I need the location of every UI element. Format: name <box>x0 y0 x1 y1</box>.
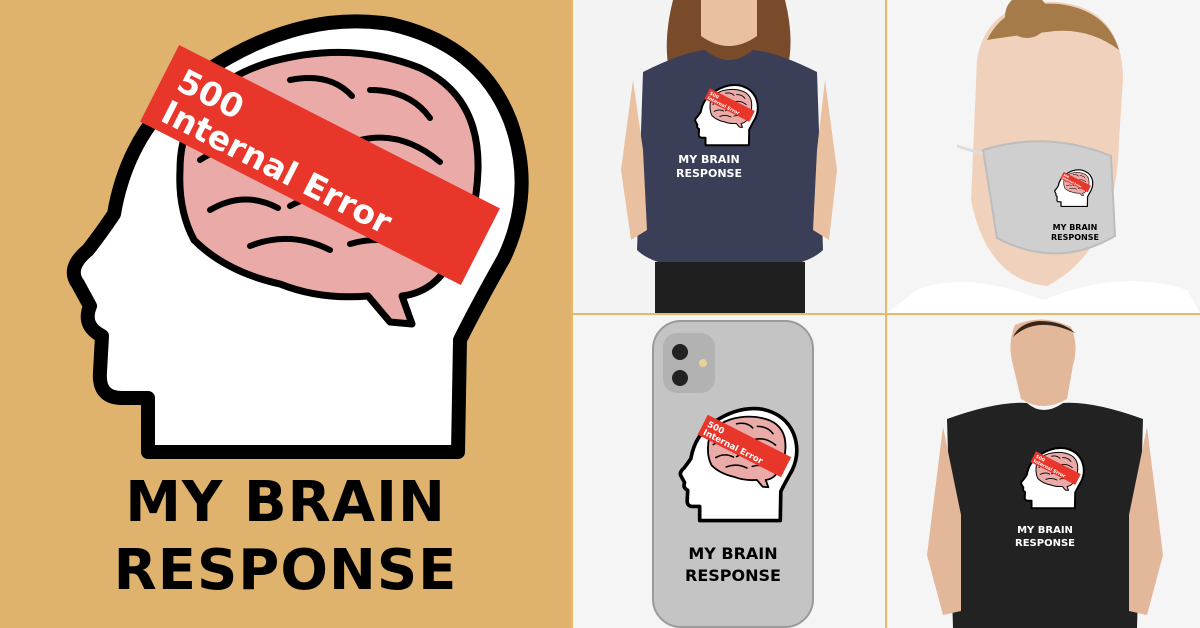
product-tile-face-mask[interactable]: MY BRAIN RESPONSE <box>887 0 1200 313</box>
product-collage: MY BRAIN RESPONSE MY BRAIN RESPONSE MY B… <box>0 0 1200 628</box>
svg-text:RESPONSE: RESPONSE <box>1051 233 1099 242</box>
svg-text:RESPONSE: RESPONSE <box>1015 538 1075 549</box>
svg-text:RESPONSE: RESPONSE <box>685 566 781 585</box>
svg-text:RESPONSE: RESPONSE <box>676 167 742 180</box>
svg-text:MY BRAIN: MY BRAIN <box>688 544 777 563</box>
main-design-panel: MY BRAIN RESPONSE <box>0 0 571 628</box>
product-tile-phone-case[interactable]: MY BRAIN RESPONSE <box>573 315 885 628</box>
tile-divider-horizontal <box>571 313 1200 315</box>
design-title-line1: MY BRAIN <box>125 470 446 535</box>
design-title-line2: RESPONSE <box>113 538 458 603</box>
product-tile-fitted-tshirt[interactable]: MY BRAIN RESPONSE <box>573 0 885 313</box>
svg-text:MY BRAIN: MY BRAIN <box>678 153 739 166</box>
product-tile-triblend-tshirt[interactable]: MY BRAIN RESPONSE <box>887 315 1200 628</box>
svg-text:MY BRAIN: MY BRAIN <box>1053 223 1098 232</box>
svg-text:MY BRAIN: MY BRAIN <box>1017 525 1073 536</box>
